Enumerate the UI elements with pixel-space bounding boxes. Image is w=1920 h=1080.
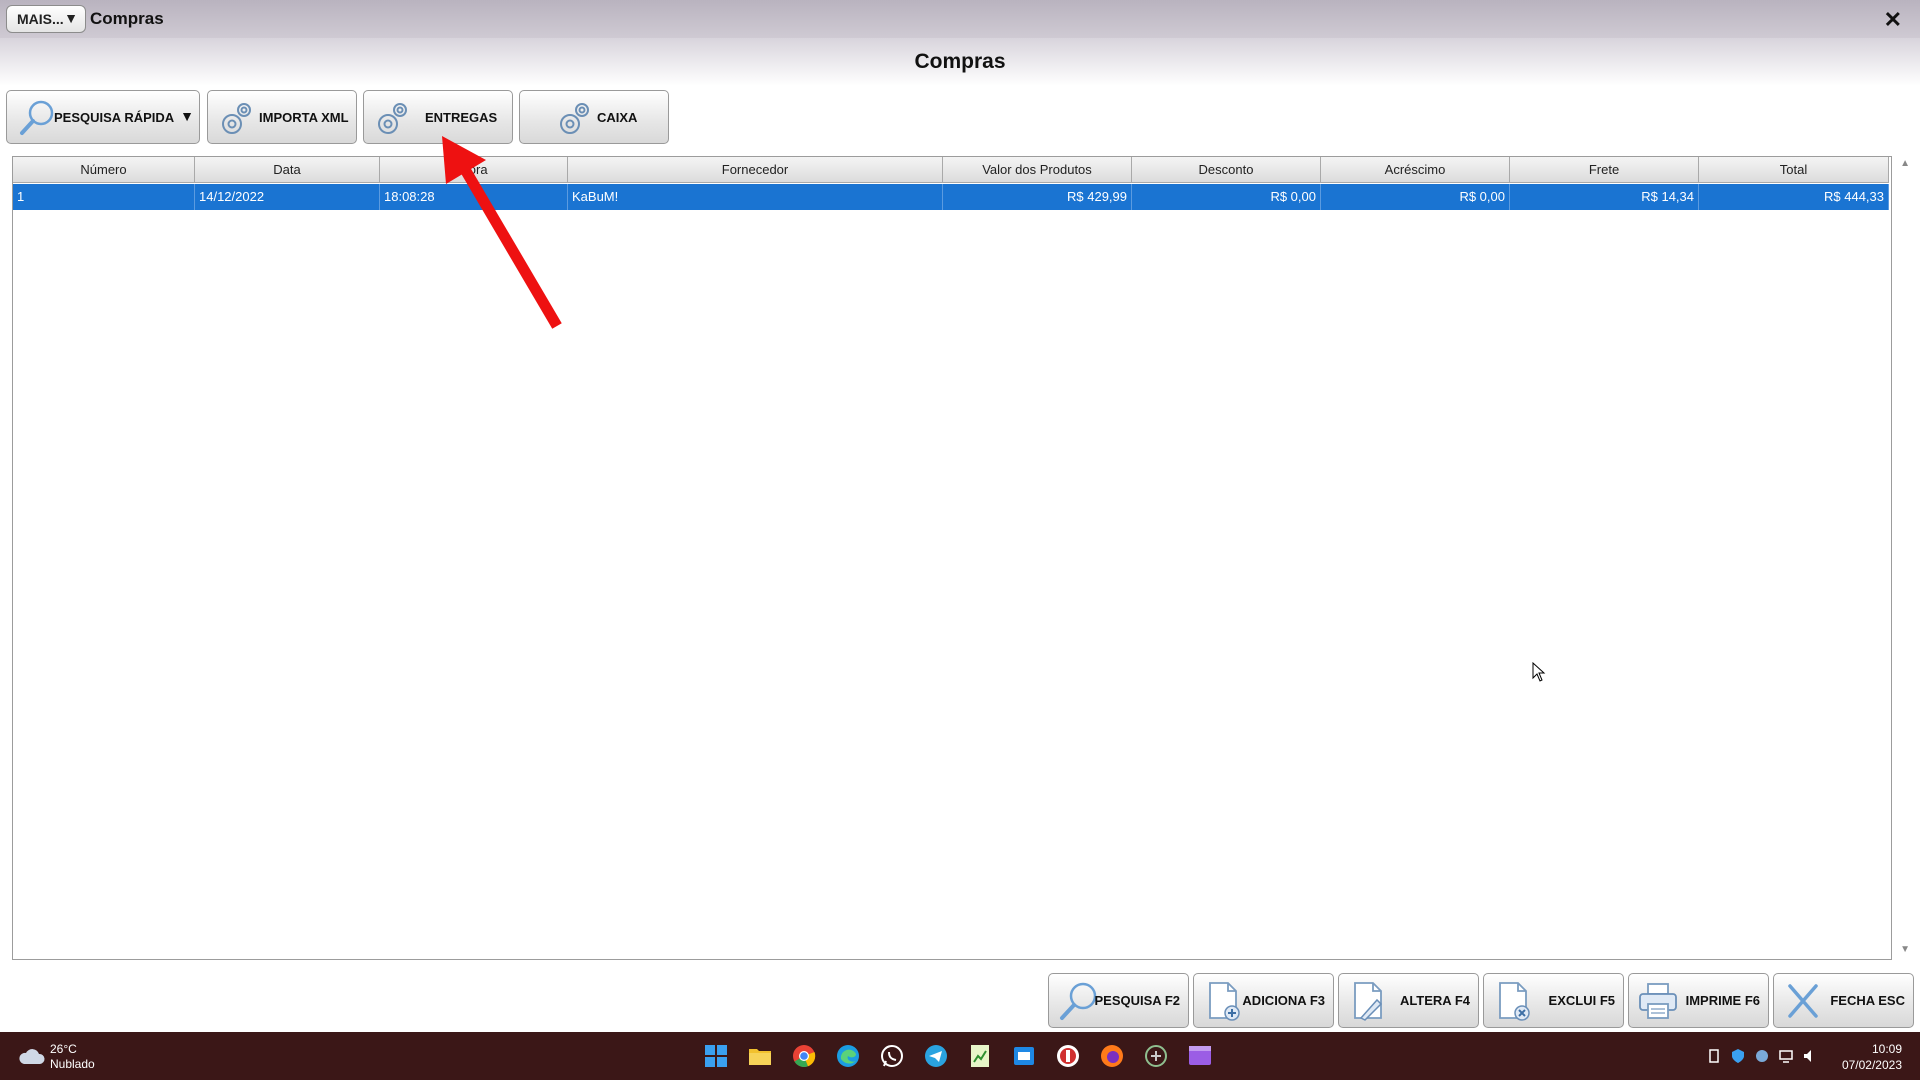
battery-icon[interactable] <box>1706 1048 1722 1064</box>
column-header-data[interactable]: Data <box>195 157 380 183</box>
taskbar-apps <box>700 1040 1216 1072</box>
tray-app-icon[interactable] <box>1754 1048 1770 1064</box>
column-header-desconto[interactable]: Desconto <box>1132 157 1321 183</box>
adiciona-f3-button[interactable]: ADICIONA F3 <box>1193 973 1334 1028</box>
page-header: Compras <box>0 38 1920 86</box>
caixa-label: CAIXA <box>597 110 638 125</box>
volume-icon[interactable] <box>1802 1048 1818 1064</box>
compras-grid[interactable]: Número Data Hora Fornecedor Valor dos Pr… <box>12 156 1892 960</box>
adiciona-f3-label: ADICIONA F3 <box>1242 993 1325 1008</box>
gear-icon <box>222 103 251 134</box>
scroll-down-icon[interactable]: ▼ <box>1900 944 1910 955</box>
clock-date: 07/02/2023 <box>1841 1058 1902 1072</box>
dropdown-arrow-icon: ▼ <box>64 10 78 26</box>
firefox-icon[interactable] <box>1096 1040 1128 1072</box>
magnifier-icon <box>20 100 54 135</box>
caixa-button[interactable]: CAIXA <box>519 90 669 144</box>
imprime-f6-label: IMPRIME F6 <box>1685 993 1760 1008</box>
network-icon[interactable] <box>1778 1048 1794 1064</box>
entregas-button[interactable]: ENTREGAS <box>363 90 513 144</box>
windows-start-icon[interactable] <box>700 1040 732 1072</box>
mais-menu-button[interactable]: MAIS... ▼ <box>6 5 86 33</box>
whatsapp-icon[interactable] <box>876 1040 908 1072</box>
column-header-total[interactable]: Total <box>1699 157 1889 183</box>
telegram-icon[interactable] <box>920 1040 952 1072</box>
altera-f4-button[interactable]: ALTERA F4 <box>1338 973 1479 1028</box>
grid-header: Número Data Hora Fornecedor Valor dos Pr… <box>13 157 1889 183</box>
column-header-hora[interactable]: Hora <box>380 157 568 183</box>
close-icon <box>1788 984 1818 1018</box>
column-header-frete[interactable]: Frete <box>1510 157 1699 183</box>
scroll-up-icon[interactable]: ▲ <box>1900 158 1910 169</box>
erp-app-icon[interactable] <box>1140 1040 1172 1072</box>
title-bar: MAIS... ▼ Compras ✕ <box>0 0 1920 38</box>
file-explorer-icon[interactable] <box>744 1040 776 1072</box>
cell-numero: 1 <box>13 184 195 210</box>
pesquisa-f2-button[interactable]: PESQUISA F2 <box>1048 973 1189 1028</box>
cell-fornecedor: KaBuM! <box>568 184 943 210</box>
document-add-icon <box>1209 982 1240 1021</box>
close-window-icon[interactable]: ✕ <box>1884 7 1902 33</box>
pesquisa-rapida-button[interactable]: PESQUISA RÁPIDA ▼ <box>6 90 200 144</box>
exclui-f5-label: EXCLUI F5 <box>1548 993 1615 1008</box>
cell-acrescimo: R$ 0,00 <box>1321 184 1510 210</box>
pesquisa-rapida-label: PESQUISA RÁPIDA <box>54 110 175 125</box>
cell-valor-produtos: R$ 429,99 <box>943 184 1132 210</box>
gear-icon <box>560 103 589 134</box>
weather-condition: Nublado <box>50 1057 95 1071</box>
fecha-esc-label: FECHA ESC <box>1830 993 1905 1008</box>
importa-xml-button[interactable]: IMPORTA XML <box>207 90 357 144</box>
media-app-icon[interactable] <box>1184 1040 1216 1072</box>
window-title: Compras <box>90 9 164 28</box>
exclui-f5-button[interactable]: EXCLUI F5 <box>1483 973 1624 1028</box>
app-icon[interactable] <box>1052 1040 1084 1072</box>
clock[interactable]: 10:09 07/02/2023 <box>1842 1041 1902 1073</box>
pesquisa-f2-label: PESQUISA F2 <box>1094 993 1180 1008</box>
edge-icon[interactable] <box>832 1040 864 1072</box>
column-header-valor-produtos[interactable]: Valor dos Produtos <box>943 157 1132 183</box>
mouse-cursor-icon <box>1532 662 1546 682</box>
chrome-icon[interactable] <box>788 1040 820 1072</box>
entregas-label: ENTREGAS <box>425 110 498 125</box>
page-title: Compras <box>914 50 1006 73</box>
cell-total: R$ 444,33 <box>1699 184 1889 210</box>
cell-frete: R$ 14,34 <box>1510 184 1699 210</box>
cell-desconto: R$ 0,00 <box>1132 184 1321 210</box>
cell-hora: 18:08:28 <box>380 184 568 210</box>
column-header-acrescimo[interactable]: Acréscimo <box>1321 157 1510 183</box>
importa-xml-label: IMPORTA XML <box>259 110 349 125</box>
altera-f4-label: ALTERA F4 <box>1399 993 1470 1008</box>
security-icon[interactable] <box>1730 1048 1746 1064</box>
weather-temp: 26°C <box>50 1042 77 1056</box>
dropdown-arrow-icon[interactable]: ▼ <box>180 108 194 124</box>
magnifier-icon <box>1060 982 1097 1020</box>
cloud-icon <box>19 1049 45 1064</box>
mais-menu-label: MAIS... <box>17 11 64 27</box>
imprime-f6-button[interactable]: IMPRIME F6 <box>1628 973 1769 1028</box>
printer-icon <box>1639 983 1677 1019</box>
taskbar: 26°C Nublado 10:09 07/02/2023 <box>0 1032 1920 1080</box>
gear-icon <box>378 103 407 134</box>
table-row[interactable]: 1 14/12/2022 18:08:28 KaBuM! R$ 429,99 R… <box>13 184 1889 210</box>
cell-data: 14/12/2022 <box>195 184 380 210</box>
document-delete-icon <box>1499 982 1530 1021</box>
outlook-icon[interactable] <box>1008 1040 1040 1072</box>
spreadsheet-icon[interactable] <box>964 1040 996 1072</box>
document-edit-icon <box>1354 982 1383 1021</box>
system-tray <box>1706 1048 1818 1064</box>
clock-time: 10:09 <box>1871 1042 1902 1056</box>
column-header-numero[interactable]: Número <box>13 157 195 183</box>
fecha-esc-button[interactable]: FECHA ESC <box>1773 973 1914 1028</box>
column-header-fornecedor[interactable]: Fornecedor <box>568 157 943 183</box>
